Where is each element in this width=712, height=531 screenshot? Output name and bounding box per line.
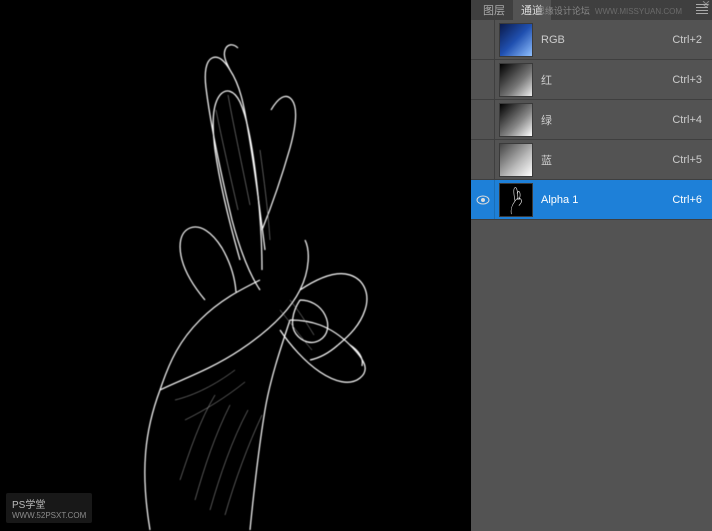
canvas-image-hand [0,0,471,531]
tab-layers[interactable]: 图层 [475,0,513,20]
visibility-toggle[interactable] [471,180,495,219]
channel-row-blue[interactable]: 蓝Ctrl+5 [471,140,712,180]
panel-menu-icon[interactable] [696,4,708,14]
channel-shortcut-label: Ctrl+3 [672,74,712,86]
channel-shortcut-label: Ctrl+4 [672,114,712,126]
watermark-bottom: PS学堂 WWW.52PSXT.COM [6,493,92,523]
channel-thumbnail [499,143,533,177]
channel-thumbnail [499,183,533,217]
channel-shortcut-label: Ctrl+6 [672,194,712,206]
channel-name-label: RGB [533,34,672,46]
channel-name-label: 蓝 [533,152,672,168]
channel-name-label: 红 [533,72,672,88]
panel-header: 图层 通道 思缘设计论坛 WWW.MISSYUAN.COM [471,0,712,20]
channel-name-label: Alpha 1 [533,194,672,206]
document-canvas[interactable] [0,0,471,531]
channel-row-green[interactable]: 绿Ctrl+4 [471,100,712,140]
channel-row-red[interactable]: 红Ctrl+3 [471,60,712,100]
watermark-top: 思缘设计论坛 WWW.MISSYUAN.COM [536,4,682,17]
channel-row-rgb[interactable]: RGBCtrl+2 [471,20,712,60]
channel-name-label: 绿 [533,112,672,128]
channel-shortcut-label: Ctrl+2 [672,34,712,46]
visibility-toggle[interactable] [471,140,495,179]
channels-panel: 图层 通道 思缘设计论坛 WWW.MISSYUAN.COM RGBCtrl+2红… [471,0,712,531]
channel-thumbnail [499,23,533,57]
channel-shortcut-label: Ctrl+5 [672,154,712,166]
channel-thumbnail [499,63,533,97]
visibility-toggle[interactable] [471,60,495,99]
channel-list: RGBCtrl+2红Ctrl+3绿Ctrl+4蓝Ctrl+5Alpha 1Ctr… [471,20,712,531]
eye-icon [476,195,490,205]
visibility-toggle[interactable] [471,100,495,139]
channel-row-alpha[interactable]: Alpha 1Ctrl+6 [471,180,712,220]
channel-thumbnail [499,103,533,137]
visibility-toggle[interactable] [471,20,495,59]
